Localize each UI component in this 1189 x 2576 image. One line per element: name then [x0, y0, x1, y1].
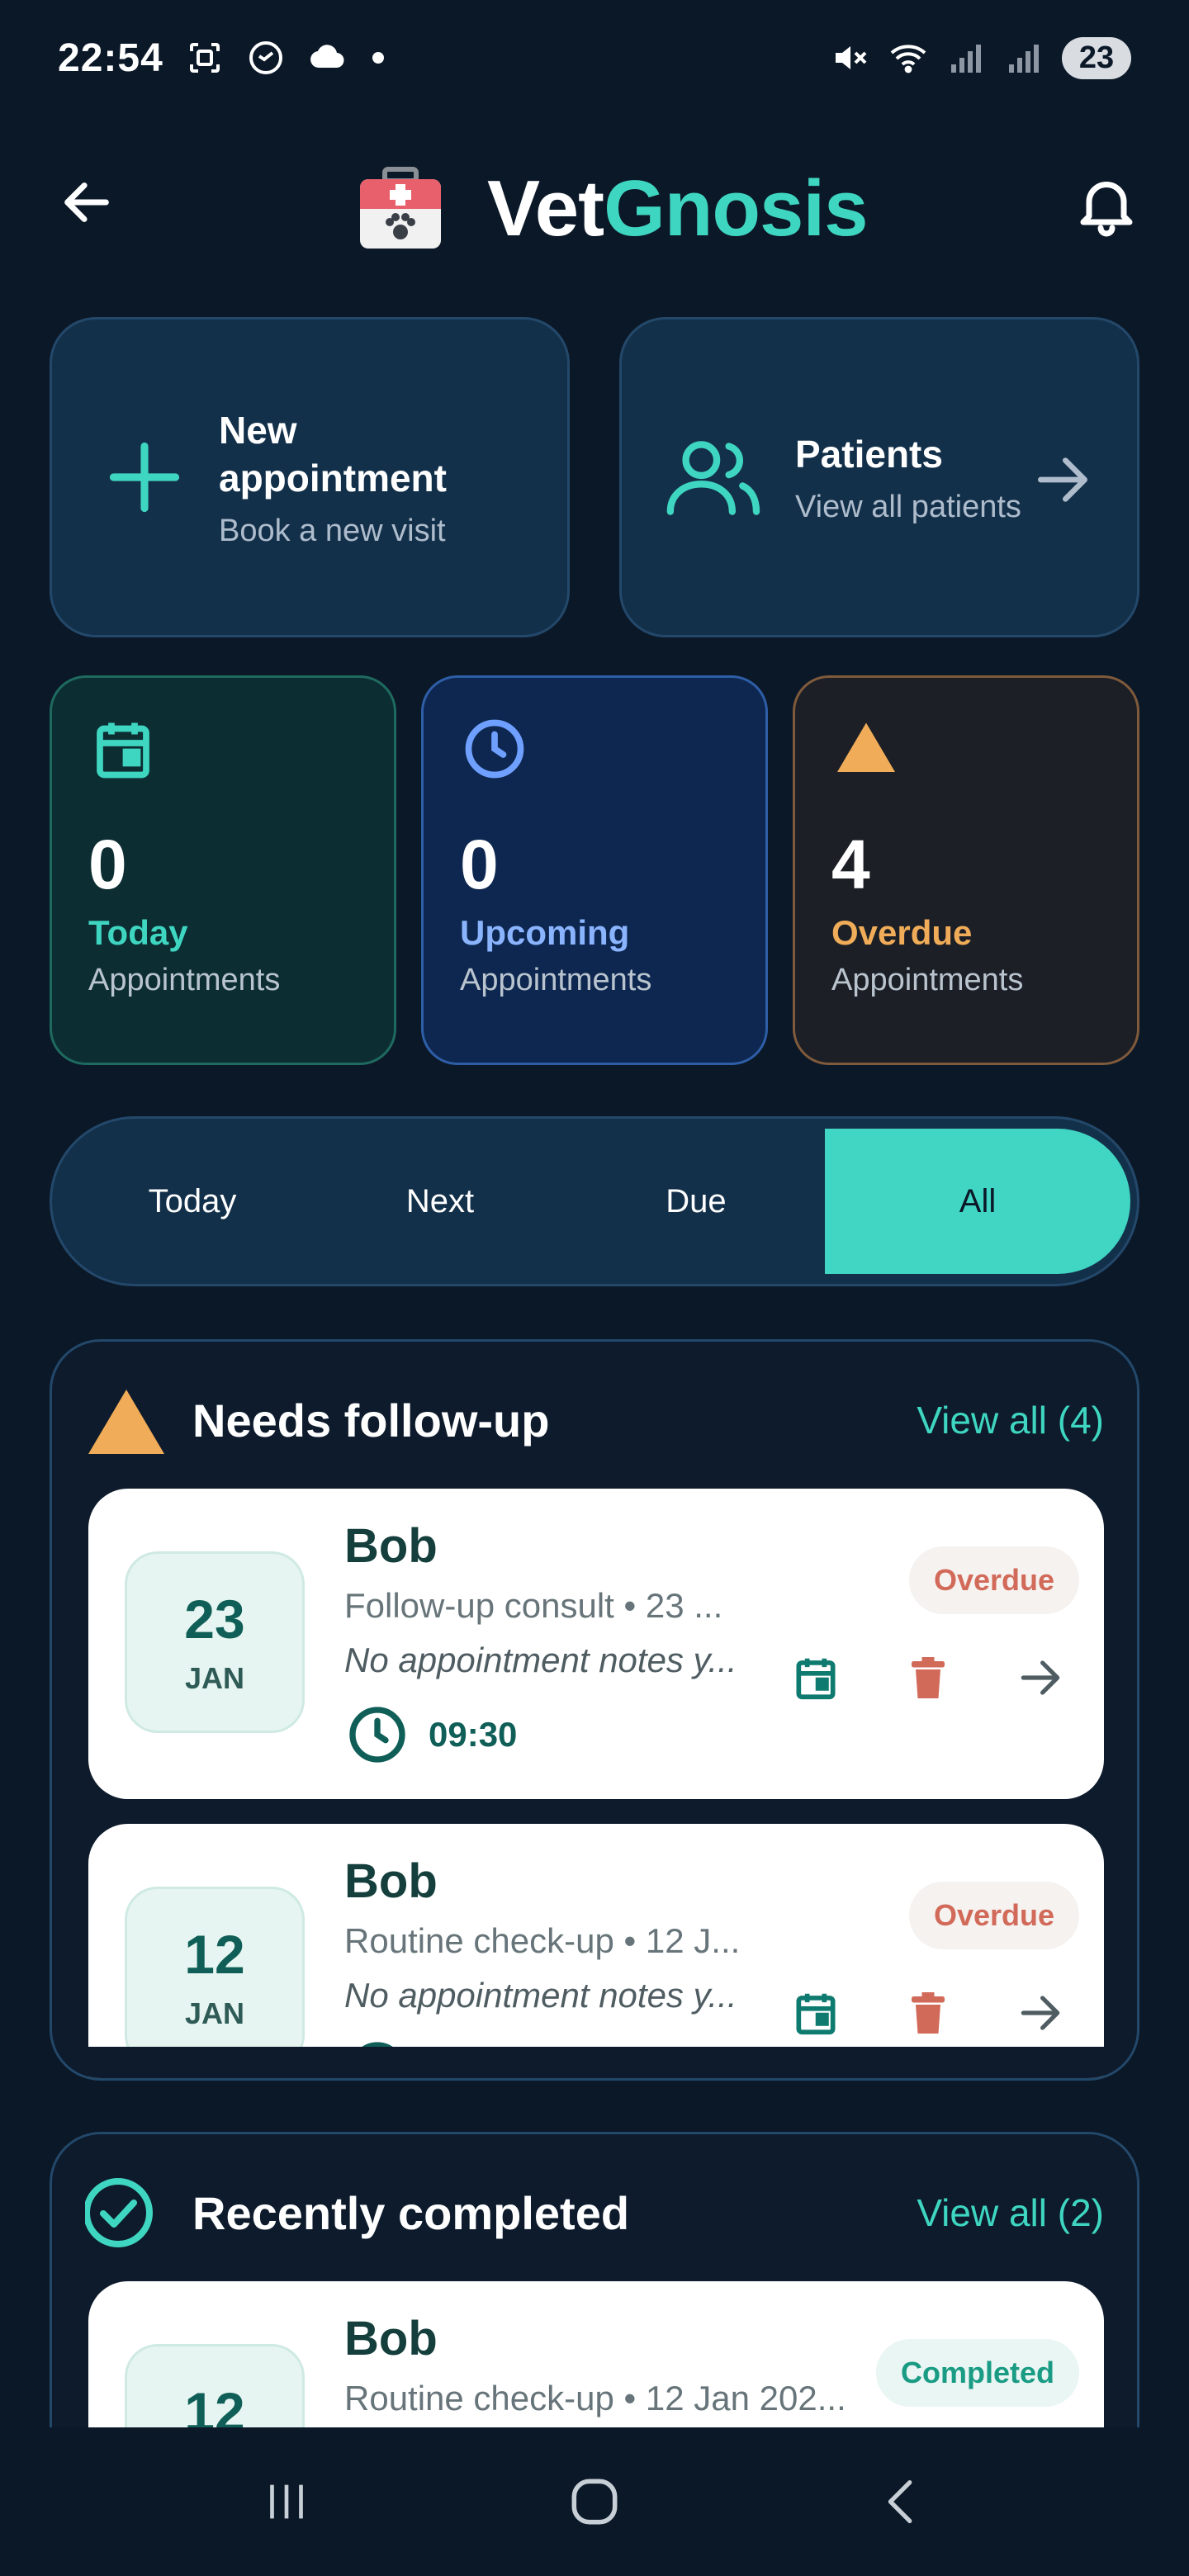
arrow-right-icon: [1038, 457, 1087, 502]
appointment-notes: No appointment notes y...: [344, 1976, 737, 2015]
warning-icon: [88, 1390, 164, 1454]
appointment-type: Routine check-up • 12 J...: [344, 1921, 741, 1960]
recents-button[interactable]: [237, 2452, 336, 2551]
appointment-time: 09:30: [344, 1702, 517, 1768]
date-month: JAN: [184, 1661, 245, 1695]
status-badge: Overdue: [908, 1546, 1079, 1614]
bell-icon: [1080, 182, 1133, 237]
users-icon: [666, 441, 760, 515]
new-appointment-title: New appointment: [219, 408, 447, 500]
needs-followup-section: Needs follow-up View all (4) 23 JAN Bob …: [50, 1339, 1139, 2081]
signal-icon: [1009, 45, 1039, 73]
today-count: 0: [88, 826, 127, 903]
patient-name: Bob: [344, 2312, 438, 2365]
appointment-type: Follow-up consult • 23 ...: [344, 1586, 723, 1625]
dot-icon: [372, 52, 384, 64]
appointment-card[interactable]: 12 JAN Bob Routine check-up • 12 J... No…: [88, 1824, 1104, 2078]
overdue-stat-card[interactable]: 4 Overdue Appointments: [793, 675, 1139, 1065]
battery-level: 23: [1062, 36, 1131, 79]
calendar-icon: [796, 1993, 836, 2035]
patients-subtitle: View all patients: [795, 489, 1021, 524]
chevron-left-icon: [888, 2480, 912, 2523]
tab-next[interactable]: Next: [316, 1129, 564, 1274]
app-title: VetGnosis: [487, 163, 869, 254]
trash-icon: [912, 1992, 945, 2034]
app-title-vet: Vet: [487, 164, 604, 253]
cloud-icon: [310, 45, 344, 69]
check-circle-icon: [85, 2178, 153, 2247]
back-arrow-icon: [64, 182, 109, 222]
notifications-button[interactable]: [1065, 163, 1148, 246]
overdue-label: Overdue: [831, 913, 973, 952]
status-badge: Completed: [875, 2339, 1079, 2407]
recents-icon: [269, 2484, 303, 2519]
plus-icon: [109, 442, 180, 513]
home-button[interactable]: [545, 2452, 644, 2551]
appointment-notes: No appointment notes y...: [344, 1641, 737, 1679]
tab-due[interactable]: Due: [572, 1129, 820, 1274]
warning-icon: [837, 722, 895, 772]
status-time: 22:54: [58, 36, 163, 80]
new-appointment-subtitle: Book a new visit: [219, 513, 446, 548]
list-clip: [52, 2047, 1137, 2078]
reschedule-button[interactable]: [789, 1986, 843, 2040]
tab-today[interactable]: Today: [69, 1129, 316, 1274]
system-nav-bar: [0, 2427, 1189, 2576]
today-sublabel: Appointments: [88, 963, 281, 997]
upcoming-count: 0: [460, 826, 499, 903]
brand: VetGnosis: [355, 163, 869, 254]
wifi-icon: [890, 45, 926, 73]
today-stat-card[interactable]: 0 Today Appointments: [50, 675, 396, 1065]
upcoming-stat-card[interactable]: 0 Upcoming Appointments: [421, 675, 768, 1065]
date-badge: 12 JAN: [125, 1887, 305, 2068]
delete-button[interactable]: [901, 1986, 955, 2040]
calendar-icon: [97, 722, 149, 779]
appointment-filter: Today Next Due All: [50, 1116, 1139, 1286]
overdue-count: 4: [831, 826, 870, 903]
messenger-icon: [249, 41, 282, 74]
upcoming-sublabel: Appointments: [460, 963, 652, 997]
mute-icon: [836, 46, 867, 69]
patients-card[interactable]: Patients View all patients: [619, 317, 1139, 637]
time-text: 09:30: [429, 1715, 518, 1754]
date-badge: 23 JAN: [125, 1551, 305, 1733]
signal-icon: [951, 45, 981, 73]
overdue-sublabel: Appointments: [831, 963, 1024, 997]
section-title: Recently completed: [192, 2186, 630, 2239]
view-all-completed-link[interactable]: View all (2): [917, 2190, 1104, 2235]
home-icon: [571, 2479, 618, 2525]
patients-title: Patients: [795, 432, 943, 476]
new-appointment-card[interactable]: New appointment Book a new visit: [50, 317, 570, 637]
view-all-followup-link[interactable]: View all (4): [917, 1398, 1104, 1442]
upcoming-label: Upcoming: [460, 913, 630, 952]
clock-icon: [465, 719, 524, 779]
reschedule-button[interactable]: [789, 1650, 843, 1705]
system-back-button[interactable]: [853, 2452, 952, 2551]
app-header: VetGnosis: [0, 140, 1189, 272]
clock-icon: [349, 1707, 405, 1763]
appointment-type: Routine check-up • 12 Jan 202...: [344, 2379, 846, 2417]
arrow-right-icon: [1021, 1660, 1060, 1695]
delete-button[interactable]: [901, 1650, 955, 1705]
screenshot-icon: [189, 43, 220, 73]
date-day: 12: [184, 1924, 245, 1985]
appointment-card[interactable]: 23 JAN Bob Follow-up consult • 23 ... No…: [88, 1489, 1104, 1799]
trash-icon: [912, 1657, 945, 1698]
date-day: 23: [184, 1589, 245, 1650]
date-month: JAN: [184, 1996, 245, 2030]
calendar-icon: [796, 1658, 836, 1700]
today-label: Today: [88, 913, 188, 952]
arrow-right-icon: [1021, 1996, 1060, 2030]
tab-all[interactable]: All: [825, 1129, 1130, 1274]
status-badge: Overdue: [908, 1882, 1079, 1949]
patient-name: Bob: [344, 1854, 438, 1908]
back-button[interactable]: [50, 165, 124, 239]
open-appointment-button[interactable]: [1013, 1986, 1068, 2040]
app-title-gnosis: Gnosis: [604, 164, 868, 253]
section-title: Needs follow-up: [192, 1394, 550, 1447]
open-appointment-button[interactable]: [1013, 1650, 1068, 1705]
status-bar: 22:54 23: [0, 0, 1189, 116]
vet-kit-logo-icon: [360, 167, 441, 249]
patient-name: Bob: [344, 1519, 438, 1573]
